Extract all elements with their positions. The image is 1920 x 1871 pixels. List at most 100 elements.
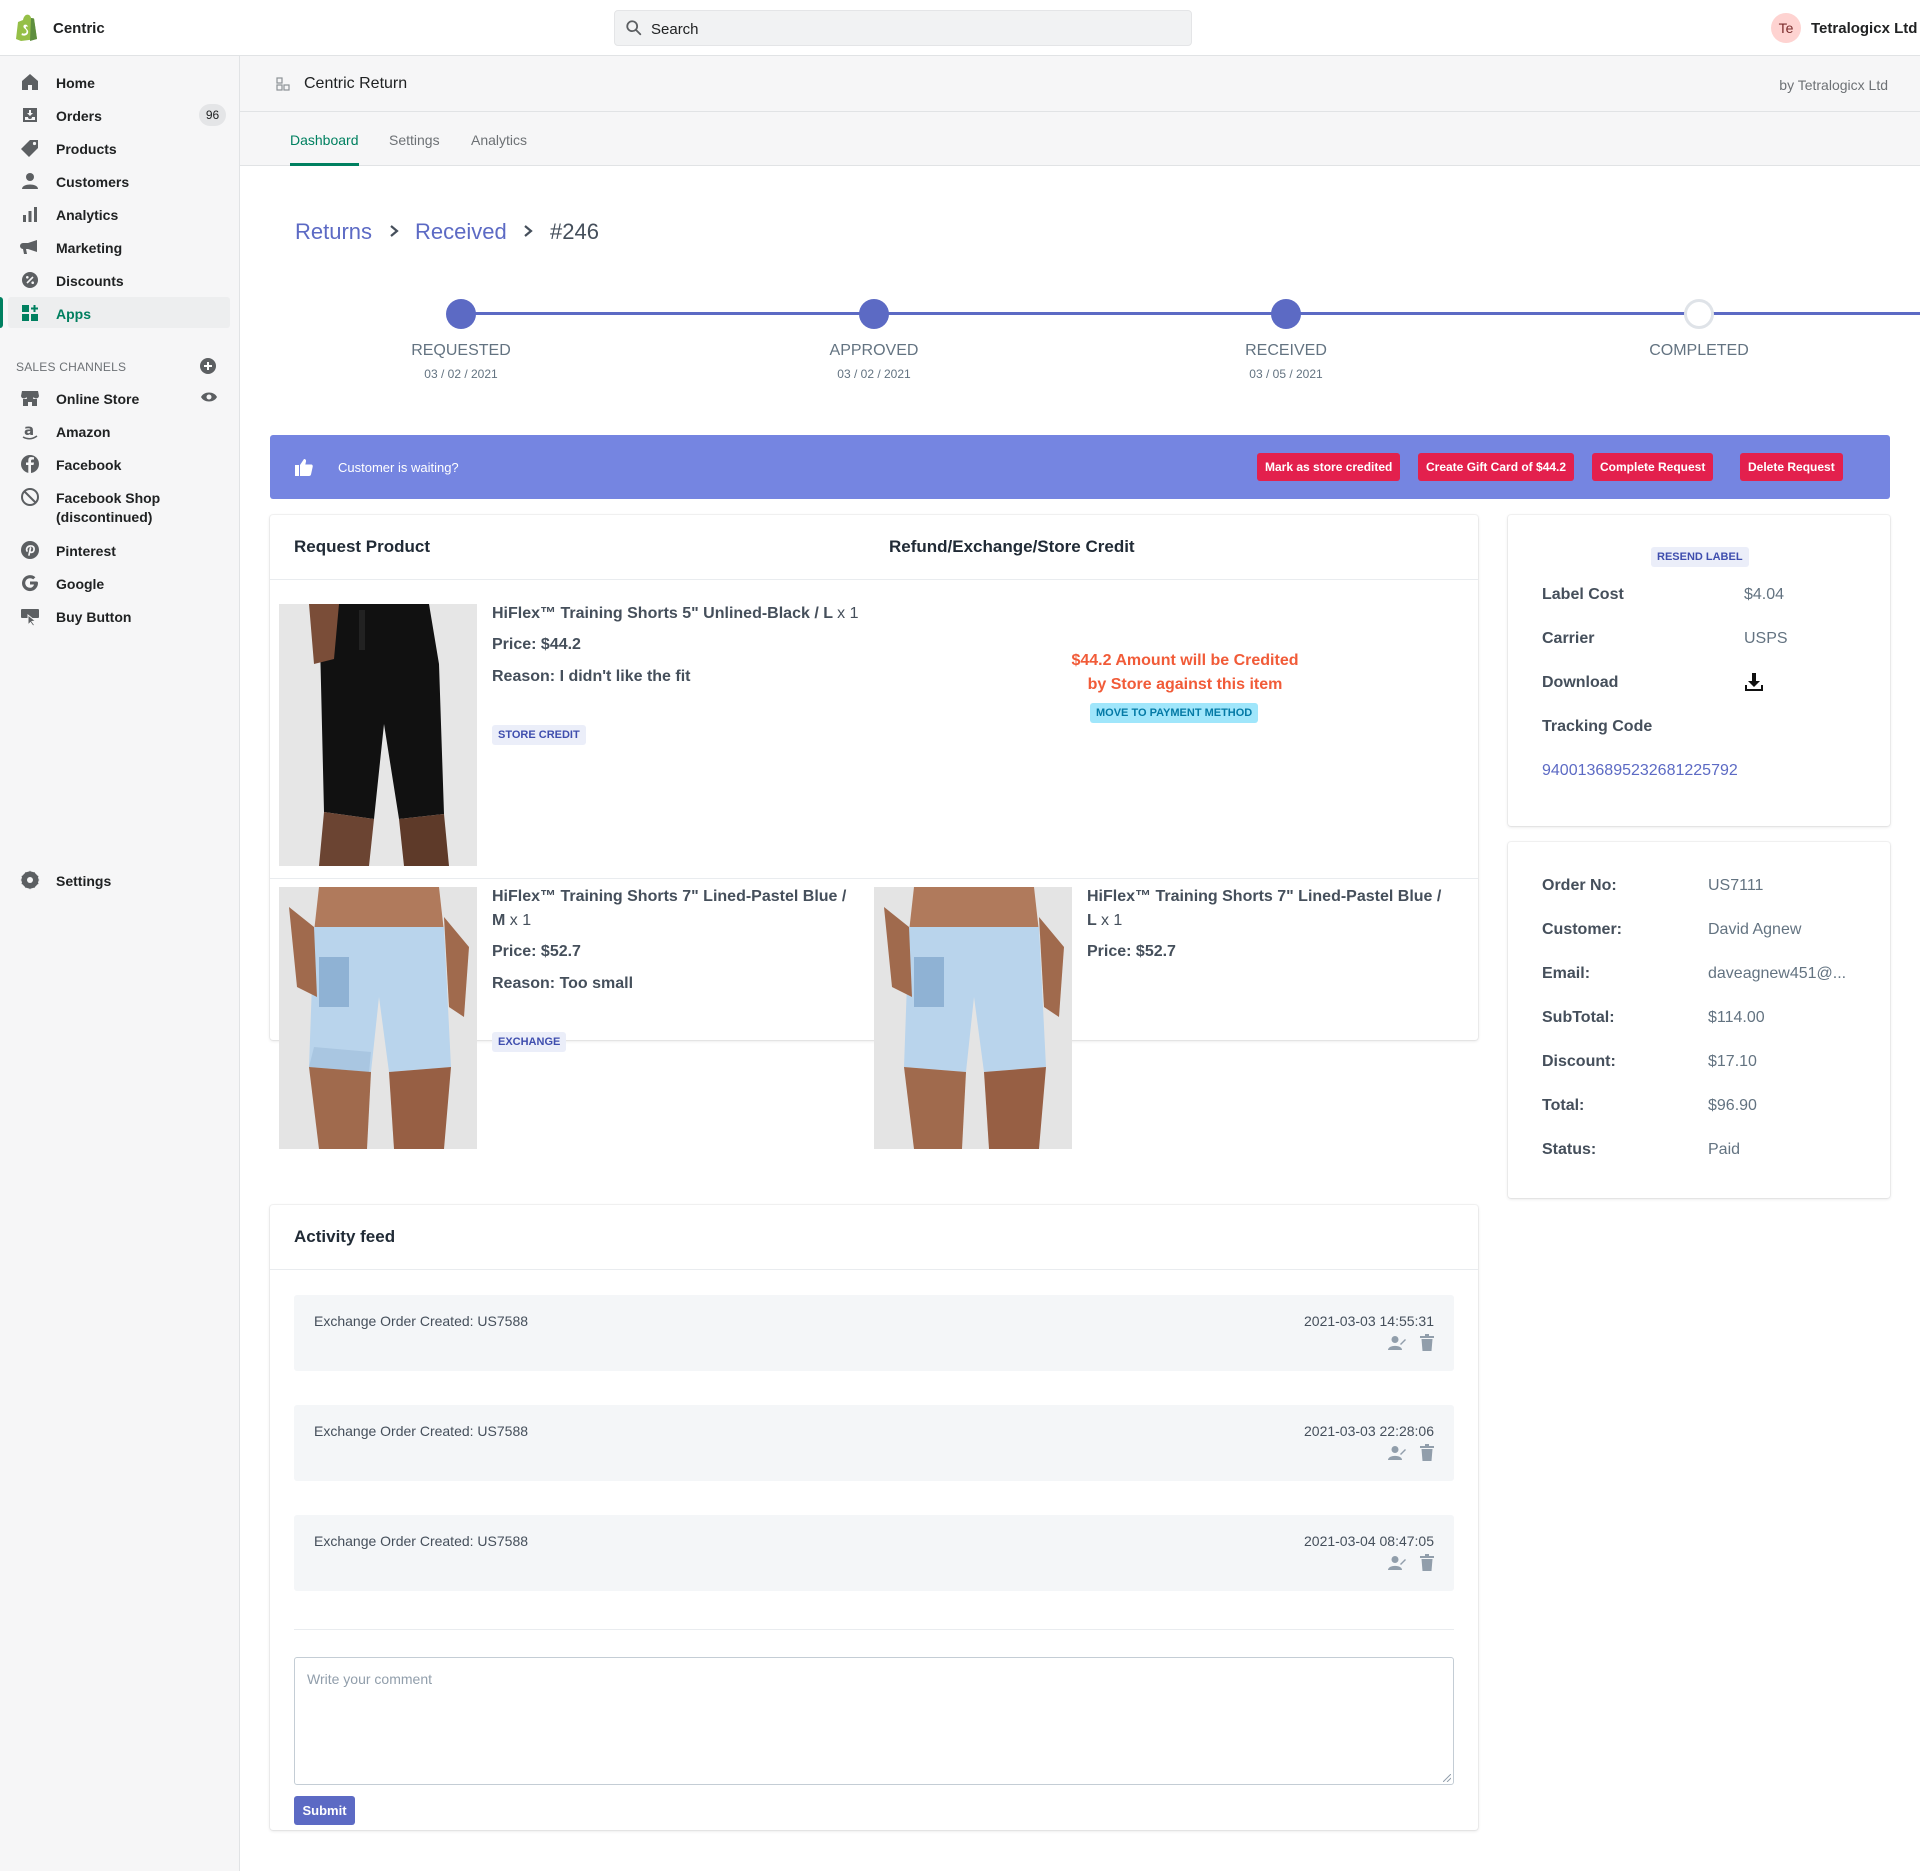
product-title-line2: M <box>492 912 506 929</box>
product-price: Price: $44.2 <box>492 636 581 653</box>
trash-icon[interactable] <box>1420 1334 1434 1351</box>
credit-message: $44.2 Amount will be Credited by Store a… <box>1005 649 1365 697</box>
app-header: Centric Return by Tetralogicx Ltd <box>240 56 1920 112</box>
sidebar-item-label: Discounts <box>56 273 124 289</box>
subtotal-value: $114.00 <box>1708 1009 1765 1026</box>
sidebar-item-facebook-shop[interactable]: Facebook Shop (discontinued) <box>8 481 230 525</box>
sidebar-item-label: Orders <box>56 108 102 124</box>
breadcrumb-received[interactable]: Received <box>415 219 507 245</box>
exchange-title-line1: HiFlex™ Training Shorts 7" Lined-Pastel … <box>1087 888 1442 905</box>
submit-comment-button[interactable]: Submit <box>294 1796 355 1825</box>
user-edit-icon[interactable] <box>1388 1335 1406 1351</box>
sidebar-item-buy-button[interactable]: Buy Button <box>8 600 230 631</box>
action-banner: Customer is waiting? Mark as store credi… <box>270 435 1890 499</box>
discount-icon <box>22 272 38 288</box>
sidebar-item-online-store[interactable]: Online Store <box>8 382 230 413</box>
sidebar: Home Orders 96 Products Customers Analyt… <box>0 56 240 1871</box>
breadcrumb-returns[interactable]: Returns <box>295 219 372 245</box>
request-product-heading: Request Product <box>294 537 431 556</box>
delete-request-button[interactable]: Delete Request <box>1740 453 1843 481</box>
sidebar-item-label: Customers <box>56 174 130 190</box>
return-reason: Reason: I didn't like the fit <box>492 668 691 685</box>
download-label: Download <box>1542 674 1619 691</box>
sidebar-item-home[interactable]: Home <box>8 66 230 97</box>
tab-dashboard[interactable]: Dashboard <box>290 132 359 166</box>
sidebar-item-label: Facebook Shop <box>56 490 161 506</box>
tab-analytics[interactable]: Analytics <box>471 132 527 166</box>
complete-request-button[interactable]: Complete Request <box>1592 453 1714 481</box>
resolution-heading: Refund/Exchange/Store Credit <box>889 537 1135 556</box>
label-cost-value: $4.04 <box>1744 586 1785 603</box>
comment-textarea[interactable]: Write your comment <box>294 1657 1454 1785</box>
total-label: Total: <box>1542 1097 1585 1114</box>
product-qty: x 1 <box>837 605 859 622</box>
mark-store-credited-button[interactable]: Mark as store credited <box>1257 453 1401 481</box>
email-label: Email: <box>1542 965 1591 982</box>
carrier-label: Carrier <box>1542 630 1595 647</box>
orders-count-badge: 96 <box>199 104 226 126</box>
google-icon <box>22 575 39 592</box>
feed-item: Exchange Order Created: US7588 2021-03-0… <box>294 1295 1454 1371</box>
email-value: daveagnew451@... <box>1708 965 1847 982</box>
sidebar-item-marketing[interactable]: Marketing <box>8 231 230 262</box>
feed-item-text: Exchange Order Created: US7588 <box>314 1313 529 1329</box>
resize-handle-icon[interactable] <box>1443 1774 1451 1782</box>
main-content: Returns Received #246 REQUESTED 03 / 02 … <box>240 166 1920 1871</box>
sidebar-item-apps[interactable]: Apps <box>0 297 230 328</box>
trash-icon[interactable] <box>1420 1554 1434 1571</box>
sidebar-item-facebook[interactable]: Facebook <box>8 448 230 479</box>
sidebar-item-analytics[interactable]: Analytics <box>8 198 230 229</box>
download-icon[interactable] <box>1743 671 1765 693</box>
sidebar-item-pinterest[interactable]: Pinterest <box>8 534 230 565</box>
shopify-logo-icon[interactable] <box>14 13 38 41</box>
product-title: HiFlex™ Training Shorts 5" Unlined-Black… <box>492 602 872 626</box>
create-gift-card-button[interactable]: Create Gift Card of $44.2 <box>1418 453 1575 481</box>
user-edit-icon[interactable] <box>1388 1445 1406 1461</box>
facebook-icon <box>21 455 39 473</box>
step-dot-received <box>1271 299 1301 329</box>
product-image-black-shorts <box>279 604 477 866</box>
sidebar-item-label: Facebook <box>56 457 122 473</box>
user-name[interactable]: Tetralogicx Ltd <box>1811 20 1917 37</box>
search-icon <box>626 20 642 36</box>
eye-icon[interactable] <box>200 390 218 404</box>
app-icon <box>276 77 290 91</box>
sidebar-item-customers[interactable]: Customers <box>8 165 230 196</box>
resend-label-button[interactable]: RESEND LABEL <box>1651 547 1749 567</box>
sidebar-item-discounts[interactable]: Discounts <box>8 264 230 295</box>
discount-label: Discount: <box>1542 1053 1616 1070</box>
credit-message-line1: $44.2 Amount will be Credited <box>1071 652 1299 669</box>
sidebar-item-products[interactable]: Products <box>8 132 230 163</box>
product-title-line1: HiFlex™ Training Shorts 7" Lined-Pastel … <box>492 888 847 905</box>
store-name[interactable]: Centric <box>53 20 105 37</box>
divider <box>270 579 1478 580</box>
tracking-code-link[interactable]: 9400136895232681225792 <box>1542 762 1738 780</box>
label-cost-label: Label Cost <box>1542 586 1624 603</box>
exchange-tag: EXCHANGE <box>492 1032 567 1052</box>
tab-settings[interactable]: Settings <box>389 132 440 166</box>
trash-icon[interactable] <box>1420 1444 1434 1461</box>
avatar[interactable]: Te <box>1771 13 1801 43</box>
store-icon <box>21 391 39 406</box>
user-edit-icon[interactable] <box>1388 1555 1406 1571</box>
search-input[interactable]: Search <box>614 10 1192 46</box>
status-label: Status: <box>1542 1141 1597 1158</box>
sidebar-item-settings[interactable]: Settings <box>8 864 230 895</box>
sidebar-item-amazon[interactable]: a Amazon <box>8 415 230 446</box>
credit-message-line2: by Store against this item <box>1087 676 1283 693</box>
step-label: RECEIVED <box>1245 342 1327 359</box>
shipping-label-card: RESEND LABEL Label Cost $4.04 Carrier US… <box>1508 515 1890 826</box>
gear-icon <box>20 870 40 890</box>
product-title-text: HiFlex™ Training Shorts 5" Unlined-Black… <box>492 605 833 622</box>
exchange-product-title: HiFlex™ Training Shorts 7" Lined-Pastel … <box>1087 885 1467 933</box>
product-image-blue-shorts <box>279 887 477 1149</box>
add-channel-icon[interactable] <box>199 357 217 375</box>
sidebar-item-orders[interactable]: Orders 96 <box>8 99 230 130</box>
sidebar-item-google[interactable]: Google <box>8 567 230 598</box>
move-to-payment-method-button[interactable]: MOVE TO PAYMENT METHOD <box>1090 703 1259 723</box>
bar-chart-icon <box>23 207 37 222</box>
total-value: $96.90 <box>1708 1097 1757 1114</box>
app-tabs: Dashboard Settings Analytics <box>240 112 1920 166</box>
feed-item-text: Exchange Order Created: US7588 <box>314 1533 529 1549</box>
discount-value: $17.10 <box>1708 1053 1757 1070</box>
